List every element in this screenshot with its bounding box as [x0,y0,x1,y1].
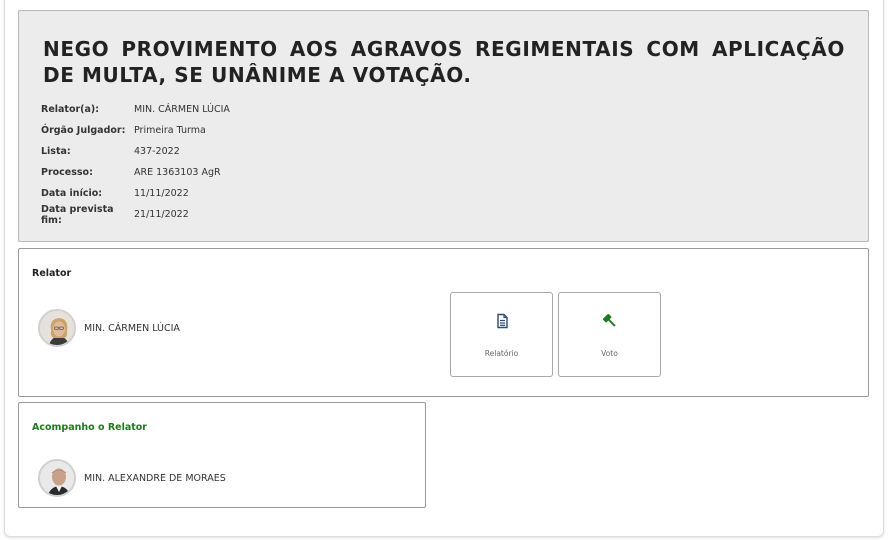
meta-label: Data prevista fim: [41,203,114,226]
person-name: MIN. CÁRMEN LÚCIA [84,322,180,334]
meta-label: Data início: [41,188,103,199]
meta-value: MIN. CÁRMEN LÚCIA [134,104,230,115]
meta-row-lista: Lista: 437-2022 [41,141,230,162]
meta-label: Relator(a): [41,104,100,115]
process-metadata: Relator(a): MIN. CÁRMEN LÚCIA Órgão Julg… [41,99,230,226]
voto-label: Voto [601,349,618,358]
meta-value: ARE 1363103 AgR [134,167,221,178]
voto-button[interactable]: Voto [558,292,661,377]
gavel-icon [602,313,616,327]
avatar [38,309,76,347]
section-title-relator: Relator [32,268,72,279]
document-icon [496,313,508,329]
meta-row-relator: Relator(a): MIN. CÁRMEN LÚCIA [41,99,230,120]
relatorio-button[interactable]: Relatório [450,292,553,377]
meta-value: 21/11/2022 [134,209,189,220]
decision-title: NEGO PROVIMENTO AOS AGRAVOS REGIMENTAIS … [43,37,845,87]
meta-row-data-inicio: Data início: 11/11/2022 [41,183,230,204]
meta-label: Lista: [41,146,71,157]
meta-value: 437-2022 [134,146,180,157]
person-name: MIN. ALEXANDRE DE MORAES [84,472,226,484]
meta-label: Processo: [41,167,93,178]
meta-label: Órgão Julgador: [41,125,126,136]
relator-person: MIN. CÁRMEN LÚCIA [38,309,180,347]
meta-row-processo: Processo: ARE 1363103 AgR [41,162,230,183]
acompanho-person: MIN. ALEXANDRE DE MORAES [38,459,226,497]
section-title-acompanho: Acompanho o Relator [32,422,147,433]
meta-value: 11/11/2022 [134,188,189,199]
acompanho-relator-card: Acompanho o Relator MIN. ALEXANDRE DE MO… [18,402,426,508]
relatorio-label: Relatório [484,349,519,358]
relator-card: Relator MIN. CÁRMEN LÚCIA Relatório Voto [18,248,869,397]
avatar [38,459,76,497]
meta-row-data-fim: Data prevista fim: 21/11/2022 [41,203,230,226]
decision-summary-card: NEGO PROVIMENTO AOS AGRAVOS REGIMENTAIS … [18,10,869,242]
meta-value: Primeira Turma [134,125,206,136]
meta-row-orgao: Órgão Julgador: Primeira Turma [41,120,230,141]
